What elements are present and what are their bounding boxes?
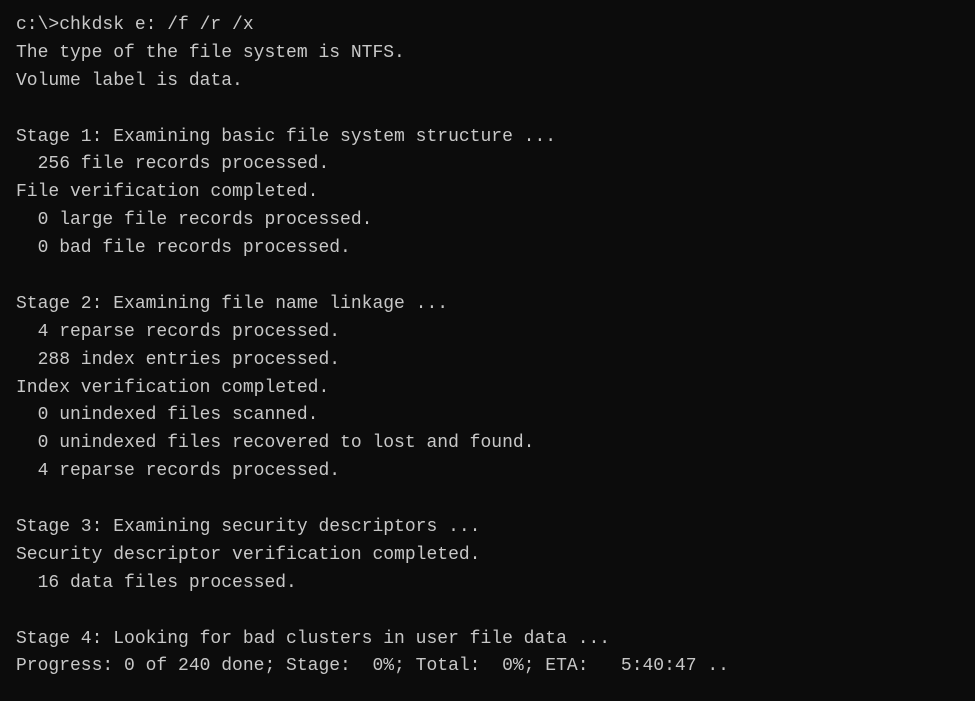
terminal-line-stage1-header: Stage 1: Examining basic file system str… xyxy=(16,124,959,152)
terminal-line-stage2-unindexed-scanned: 0 unindexed files scanned. xyxy=(16,402,959,430)
terminal-line-stage4-header: Stage 4: Looking for bad clusters in use… xyxy=(16,626,959,654)
terminal-line-stage1-file-verify: File verification completed. xyxy=(16,179,959,207)
terminal-line-line2: Volume label is data. xyxy=(16,68,959,96)
terminal-line-stage1-large: 0 large file records processed. xyxy=(16,207,959,235)
terminal-window: c:\>chkdsk e: /f /r /xThe type of the fi… xyxy=(0,0,975,701)
terminal-line-stage2-index-verify: Index verification completed. xyxy=(16,375,959,403)
terminal-line-stage3-header: Stage 3: Examining security descriptors … xyxy=(16,514,959,542)
blank-line xyxy=(16,96,959,124)
terminal-line-cmd: c:\>chkdsk e: /f /r /x xyxy=(16,12,959,40)
terminal-line-line1: The type of the file system is NTFS. xyxy=(16,40,959,68)
terminal-line-stage3-data-files: 16 data files processed. xyxy=(16,570,959,598)
terminal-line-stage1-file-records: 256 file records processed. xyxy=(16,151,959,179)
terminal-line-stage3-security-verify: Security descriptor verification complet… xyxy=(16,542,959,570)
terminal-line-stage2-index: 288 index entries processed. xyxy=(16,347,959,375)
blank-line xyxy=(16,486,959,514)
terminal-line-stage4-progress: Progress: 0 of 240 done; Stage: 0%; Tota… xyxy=(16,653,959,681)
terminal-line-stage2-reparse1: 4 reparse records processed. xyxy=(16,319,959,347)
terminal-line-stage2-unindexed-recovered: 0 unindexed files recovered to lost and … xyxy=(16,430,959,458)
terminal-line-stage2-header: Stage 2: Examining file name linkage ... xyxy=(16,291,959,319)
blank-line xyxy=(16,598,959,626)
terminal-line-stage1-bad: 0 bad file records processed. xyxy=(16,235,959,263)
blank-line xyxy=(16,263,959,291)
terminal-line-stage2-reparse2: 4 reparse records processed. xyxy=(16,458,959,486)
